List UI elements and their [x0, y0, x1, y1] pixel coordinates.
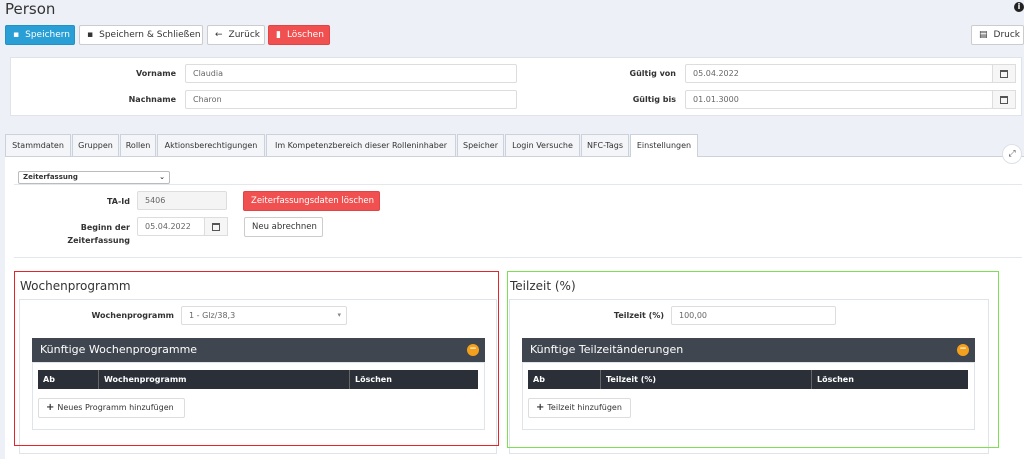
divider: [14, 257, 1022, 258]
recalculate-button[interactable]: Neu abrechnen: [244, 217, 323, 237]
firstname-input[interactable]: Claudia: [185, 64, 517, 83]
clear-timetracking-button[interactable]: Zeiterfassungsdaten löschen: [243, 191, 380, 211]
tab-aktionsberechtigungen[interactable]: Aktionsberechtigungen: [157, 134, 265, 156]
tab-rollen[interactable]: Rollen: [120, 134, 156, 156]
expand-icon[interactable]: ⤢: [1002, 144, 1022, 164]
valid-from-calendar-button[interactable]: [992, 64, 1016, 83]
calendar-icon: [1000, 95, 1008, 104]
tab-bar: Stammdaten Gruppen Rollen Aktionsberecht…: [5, 134, 1024, 157]
printer-icon: ▤: [979, 30, 988, 40]
divider: [14, 184, 1022, 185]
lastname-input[interactable]: Charon: [185, 90, 517, 109]
start-date-input[interactable]: 05.04.2022: [137, 217, 205, 236]
tab-login-versuche[interactable]: Login Versuche: [505, 134, 580, 156]
floppy-icon: ▪: [87, 30, 94, 40]
trash-icon: ▮: [276, 30, 281, 40]
tab-gruppen[interactable]: Gruppen: [72, 134, 119, 156]
chevron-down-icon: ⌄: [159, 173, 165, 181]
tab-stammdaten[interactable]: Stammdaten: [5, 134, 71, 156]
back-button[interactable]: ← Zurück: [207, 25, 265, 45]
delete-button[interactable]: ▮ Löschen: [268, 25, 330, 45]
start-label: Beginn der Zeiterfassung: [67, 223, 130, 245]
firstname-label: Vorname: [135, 69, 176, 78]
calendar-icon: [212, 222, 220, 231]
tab-nfc-tags[interactable]: NFC-Tags: [581, 134, 629, 156]
calendar-icon: [1000, 69, 1008, 78]
tab-speicher[interactable]: Speicher: [457, 134, 504, 156]
save-button[interactable]: ▪ Speichern: [5, 25, 75, 45]
highlight-frame-parttime: [507, 271, 999, 448]
tab-einstellungen[interactable]: Einstellungen: [630, 134, 698, 157]
valid-to-calendar-button[interactable]: [992, 90, 1016, 109]
save-close-button[interactable]: ▪ Speichern & Schließen: [79, 25, 203, 45]
page-title: Person: [5, 0, 56, 18]
start-date-calendar-button[interactable]: [204, 217, 228, 236]
ta-id-label: TA-Id: [106, 197, 130, 206]
valid-from-label: Gültig von: [629, 69, 677, 78]
ta-id-input[interactable]: 5406: [137, 191, 227, 210]
valid-to-label: Gültig bis: [632, 95, 676, 104]
highlight-frame-weekly: [14, 271, 499, 446]
print-button[interactable]: ▤ Druck: [971, 25, 1024, 45]
arrow-left-icon: ←: [215, 30, 223, 40]
lastname-label: Nachname: [128, 95, 176, 104]
tab-kompetenzbereich[interactable]: Im Kompetenzbereich dieser Rolleninhaber: [266, 134, 456, 156]
floppy-icon: ▪: [13, 30, 20, 40]
valid-from-input[interactable]: 05.04.2022: [685, 64, 993, 83]
info-icon[interactable]: i: [1014, 2, 1024, 12]
settings-section-select[interactable]: Zeiterfassung ⌄: [18, 171, 170, 184]
valid-to-input[interactable]: 01.01.3000: [685, 90, 993, 109]
